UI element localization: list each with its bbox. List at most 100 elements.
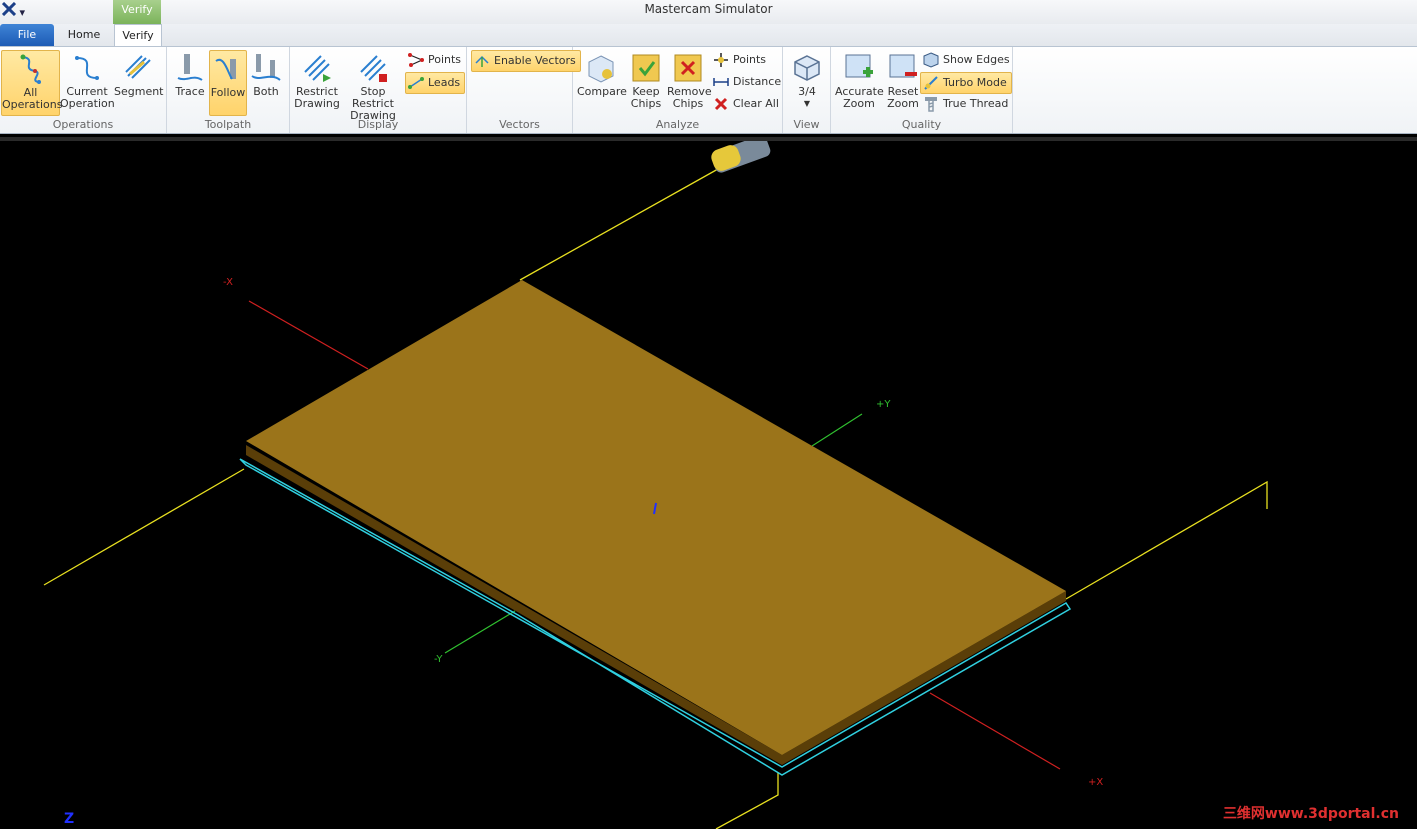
tab-verify[interactable]: Verify bbox=[114, 24, 162, 47]
reset-zoom-icon bbox=[889, 54, 917, 78]
y-axis-negative bbox=[444, 610, 516, 654]
analyze-points-label: Points bbox=[733, 53, 767, 66]
segment-label: Segment bbox=[114, 85, 164, 98]
remove-chips-button[interactable]: Remove Chips bbox=[667, 50, 712, 114]
compare-icon bbox=[588, 55, 614, 83]
both-button[interactable]: Both bbox=[247, 50, 285, 114]
clear-all-label: Clear All bbox=[733, 97, 779, 110]
chevron-down-icon[interactable]: ▼ bbox=[789, 98, 825, 110]
group-analyze: Compare Keep Chips Remove Chips Points D… bbox=[573, 47, 783, 133]
group-display: Restrict Drawing Stop Restrict Drawing P… bbox=[290, 47, 467, 133]
axis-label-pos-x: +X bbox=[1088, 777, 1104, 788]
stop-restrict-drawing-label: Stop Restrict Drawing bbox=[350, 85, 396, 122]
vectors-group-label: Vectors bbox=[499, 118, 540, 131]
rapid-toolpath-right bbox=[1065, 480, 1268, 600]
follow-label: Follow bbox=[210, 86, 246, 99]
watermark: 三维网www.3dportal.cn bbox=[1222, 806, 1399, 822]
display-points-button[interactable]: Points bbox=[406, 50, 461, 70]
tab-home[interactable]: Home bbox=[58, 24, 110, 46]
restrict-drawing-button[interactable]: Restrict Drawing bbox=[294, 50, 340, 114]
group-quality: Accurate Zoom Reset Zoom Show Edges Turb… bbox=[831, 47, 1013, 133]
current-operation-icon bbox=[75, 56, 99, 80]
both-icon bbox=[251, 54, 281, 81]
enable-vectors-button[interactable]: Enable Vectors bbox=[471, 50, 581, 72]
display-points-label: Points bbox=[428, 53, 462, 66]
keep-chips-button[interactable]: Keep Chips bbox=[627, 50, 665, 114]
distance-button[interactable]: Distance bbox=[711, 72, 781, 92]
current-operation-label: Current Operation bbox=[60, 85, 115, 110]
segment-button[interactable]: Segment bbox=[114, 50, 164, 114]
accurate-zoom-label: Accurate Zoom bbox=[835, 85, 884, 110]
analyze-points-button[interactable]: Points bbox=[711, 50, 766, 70]
x-axis-negative bbox=[248, 300, 369, 370]
enable-vectors-label: Enable Vectors bbox=[494, 54, 576, 67]
remove-chips-label: Remove Chips bbox=[667, 85, 712, 110]
app-title: Mastercam Simulator bbox=[644, 2, 773, 16]
turbo-mode-button[interactable]: Turbo Mode bbox=[920, 72, 1012, 94]
trace-label: Trace bbox=[175, 85, 205, 98]
group-view: 3/4 ▼ View bbox=[783, 47, 831, 133]
follow-icon bbox=[215, 58, 236, 80]
axis-label-neg-y: -Y bbox=[434, 654, 443, 665]
y-axis-positive bbox=[811, 413, 863, 447]
show-edges-label: Show Edges bbox=[943, 53, 1010, 66]
analyze-group-label: Analyze bbox=[655, 118, 700, 131]
tab-file[interactable]: File bbox=[0, 24, 54, 46]
cube-view-icon bbox=[794, 55, 820, 81]
title-bar: ▾ Verify Mastercam Simulator bbox=[0, 0, 1417, 24]
view-group-label: View bbox=[793, 118, 820, 131]
x-axis-positive bbox=[929, 692, 1061, 770]
quality-group-label: Quality bbox=[901, 118, 942, 131]
true-thread-label: True Thread bbox=[943, 97, 1009, 110]
clear-all-button[interactable]: Clear All bbox=[711, 94, 779, 114]
show-edges-button[interactable]: Show Edges bbox=[921, 50, 1010, 70]
leads-icon bbox=[408, 77, 424, 89]
graphics-viewport[interactable]: -X +X +Y -Y Z 三维网www.3dportal.cn bbox=[0, 137, 1417, 829]
restrict-drawing-icon bbox=[304, 55, 331, 82]
operations-group-label: Operations bbox=[52, 118, 114, 131]
compare-button[interactable]: Compare bbox=[577, 50, 627, 114]
enable-vectors-icon bbox=[475, 55, 489, 67]
group-toolpath: Trace Follow Both Toolpath bbox=[167, 47, 290, 133]
leads-button[interactable]: Leads bbox=[405, 72, 466, 94]
stop-restrict-drawing-icon bbox=[360, 55, 387, 82]
stop-restrict-drawing-button[interactable]: Stop Restrict Drawing bbox=[342, 50, 404, 122]
display-group-label: Display bbox=[357, 118, 399, 131]
both-label: Both bbox=[253, 85, 279, 98]
follow-button[interactable]: Follow bbox=[209, 50, 247, 116]
rapid-toolpath-top bbox=[519, 168, 719, 281]
reset-zoom-button[interactable]: Reset Zoom bbox=[885, 50, 921, 114]
accurate-zoom-button[interactable]: Accurate Zoom bbox=[835, 50, 884, 114]
true-thread-button[interactable]: True Thread bbox=[921, 94, 1008, 114]
distance-label: Distance bbox=[733, 75, 782, 88]
three-quarter-view-button[interactable]: 3/4 ▼ bbox=[789, 50, 825, 114]
keep-chips-label: Keep Chips bbox=[630, 85, 662, 110]
restrict-drawing-label: Restrict Drawing bbox=[294, 85, 340, 110]
all-operations-button[interactable]: All Operations bbox=[1, 50, 62, 116]
accurate-zoom-icon bbox=[845, 54, 873, 78]
axis-label-pos-y: +Y bbox=[876, 399, 891, 410]
points-icon bbox=[408, 53, 424, 67]
screw-thread-icon bbox=[925, 97, 937, 112]
remove-chips-icon bbox=[674, 54, 702, 82]
all-operations-icon bbox=[20, 54, 41, 84]
reset-zoom-label: Reset Zoom bbox=[887, 85, 919, 110]
toolpath-group-label: Toolpath bbox=[204, 118, 252, 131]
ribbon: All Operations Current Operation Segment… bbox=[0, 46, 1417, 134]
axis-label-neg-x: -X bbox=[223, 277, 233, 288]
group-operations: All Operations Current Operation Segment… bbox=[0, 47, 167, 133]
rapid-toolpath-bottom bbox=[715, 772, 779, 829]
cutting-tool-icon bbox=[711, 141, 771, 173]
rapid-toolpath-left bbox=[43, 468, 245, 586]
trace-icon bbox=[177, 54, 203, 81]
segment-icon bbox=[125, 55, 151, 79]
turbo-mode-label: Turbo Mode bbox=[943, 76, 1007, 89]
current-operation-button[interactable]: Current Operation bbox=[60, 50, 115, 114]
group-vectors: Enable Vectors Vectors bbox=[467, 47, 581, 133]
keep-chips-icon bbox=[632, 54, 660, 82]
turbo-mode-icon bbox=[924, 76, 938, 90]
distance-icon bbox=[713, 78, 729, 86]
leads-label: Leads bbox=[428, 76, 461, 89]
trace-button[interactable]: Trace bbox=[171, 50, 209, 114]
compare-label: Compare bbox=[577, 85, 627, 98]
